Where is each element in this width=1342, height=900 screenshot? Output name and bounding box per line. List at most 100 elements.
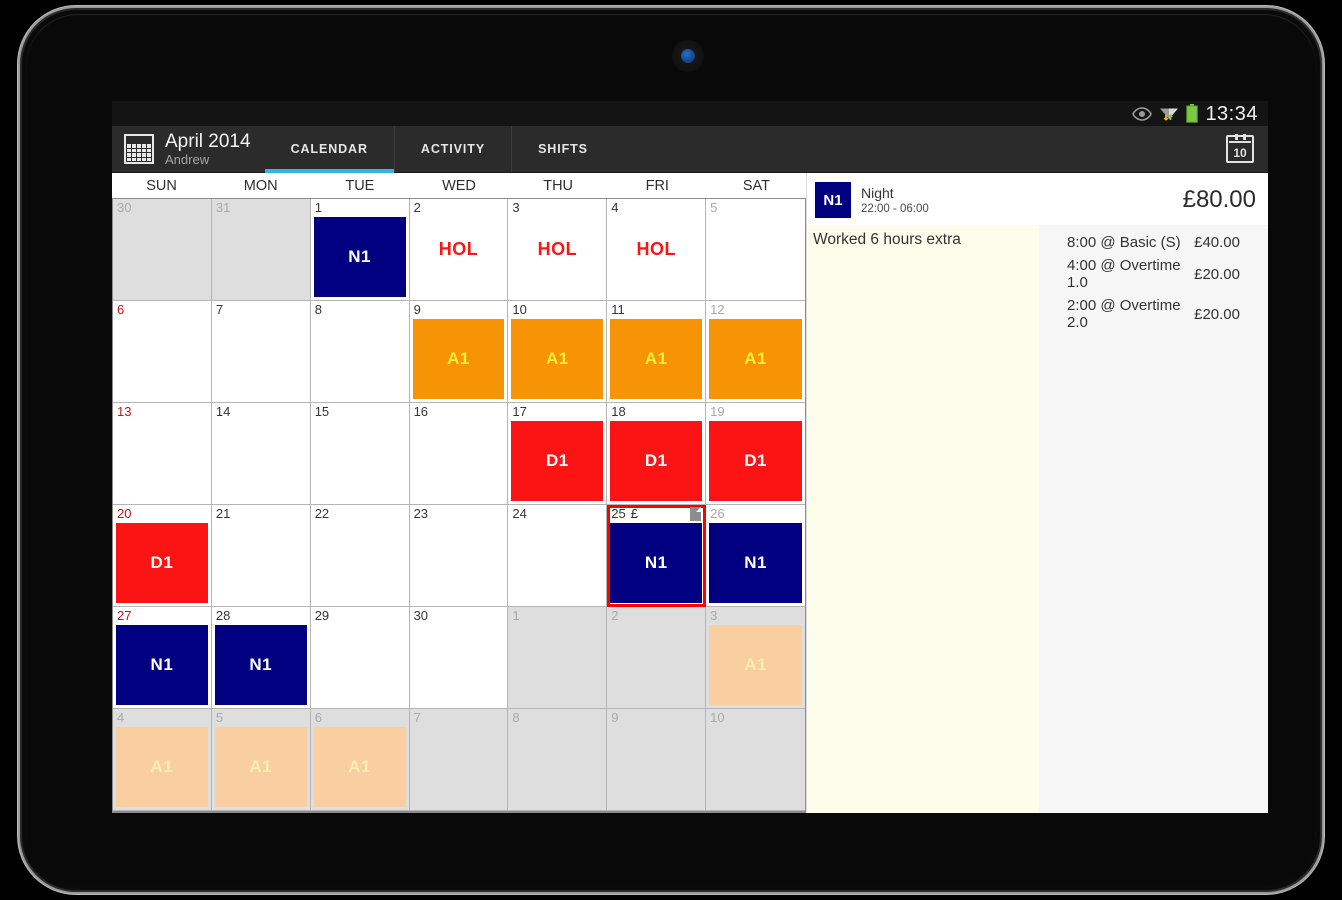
pay-row: 8:00 @ Basic (S) £40.00 xyxy=(1039,231,1268,254)
calendar-day-cell[interactable]: 29 xyxy=(310,607,410,709)
shift-chip[interactable]: HOL xyxy=(511,199,603,300)
day-number: 15 xyxy=(314,404,330,419)
weekday-thu: THU xyxy=(543,177,574,194)
day-number: 16 xyxy=(413,404,429,419)
calendar-day-cell[interactable]: 22 xyxy=(310,505,410,607)
day-number: 8 xyxy=(314,302,322,317)
calendar-day-cell[interactable]: 1 xyxy=(508,607,608,709)
calendar-day-cell[interactable]: 31 xyxy=(211,199,311,301)
day-number: 27 xyxy=(117,608,132,623)
pay-marker: £ xyxy=(630,506,638,521)
calendar-day-cell[interactable]: 4 A1 xyxy=(113,709,212,811)
calendar-day-cell[interactable]: 21 xyxy=(211,505,311,607)
calendar-day-cell[interactable]: 30 xyxy=(113,199,212,301)
goto-date-button[interactable]: 10 xyxy=(1212,126,1268,172)
shift-chip[interactable]: A1 xyxy=(610,319,703,399)
shift-chip[interactable]: A1 xyxy=(116,727,208,807)
calendar-day-cell[interactable]: 5 xyxy=(706,199,805,301)
calendar-day-cell[interactable]: 9 xyxy=(607,709,707,811)
pay-row: 2:00 @ Overtime 2.0 £20.00 xyxy=(1039,294,1268,334)
pay-row: 4:00 @ Overtime 1.0 £20.00 xyxy=(1039,254,1268,294)
tab-shifts[interactable]: SHIFTS xyxy=(511,126,614,172)
shift-chip[interactable]: D1 xyxy=(610,421,703,501)
shift-chip[interactable]: A1 xyxy=(709,625,802,705)
calendar-day-cell[interactable]: 11 A1 xyxy=(607,301,707,403)
day-number: 11 xyxy=(611,302,625,317)
action-bar-spacer xyxy=(614,126,1212,172)
calendar-day-cell[interactable]: 12 A1 xyxy=(706,301,805,403)
calendar-day-cell[interactable]: 8 xyxy=(508,709,608,811)
shift-chip[interactable]: A1 xyxy=(313,727,406,807)
calendar-day-cell[interactable]: 24 xyxy=(508,505,608,607)
calendar-day-cell[interactable]: 2 xyxy=(607,607,707,709)
shift-chip[interactable]: D1 xyxy=(709,421,802,501)
calendar-day-cell[interactable]: 30 xyxy=(409,607,509,709)
tablet-screen: 13:34 April 2014 Andrew CALENDAR ACTIVIT… xyxy=(112,101,1268,813)
calendar-day-cell[interactable]: 23 xyxy=(409,505,509,607)
shift-chip[interactable]: A1 xyxy=(511,319,604,399)
shift-chip[interactable]: D1 xyxy=(116,523,208,603)
calendar-day-cell[interactable]: 20 D1 xyxy=(113,505,212,607)
weekday-wed: WED xyxy=(442,177,476,194)
calendar-day-cell[interactable]: 6 A1 xyxy=(310,709,410,811)
calendar-day-cell[interactable]: 26 N1 xyxy=(706,505,805,607)
calendar-day-cell[interactable]: 9 A1 xyxy=(409,301,509,403)
day-number: 6 xyxy=(314,710,322,725)
calendar-day-cell[interactable]: 27 N1 xyxy=(113,607,212,709)
calendar-day-cell[interactable]: 15 xyxy=(310,403,410,505)
status-clock: 13:34 xyxy=(1205,102,1258,125)
day-number: 3 xyxy=(710,608,718,623)
pay-breakdown-panel: 8:00 @ Basic (S) £40.00 4:00 @ Overtime 1.… xyxy=(1039,225,1268,813)
calendar-day-cell[interactable]: 16 xyxy=(409,403,509,505)
shift-chip[interactable]: N1 xyxy=(116,625,208,705)
day-number: 4 xyxy=(611,200,619,215)
shift-detail-body: Worked 6 hours extra 8:00 @ Basic (S) £40… xyxy=(807,225,1268,813)
calendar-day-cell[interactable]: 17 D1 xyxy=(508,403,608,505)
calendar-day-cell[interactable]: 8 xyxy=(310,301,410,403)
calendar-day-cell[interactable]: 25 £ N1 xyxy=(607,505,707,607)
day-number: 30 xyxy=(413,608,429,623)
day-number: 5 xyxy=(710,200,718,215)
shift-chip[interactable]: HOL xyxy=(610,199,702,300)
wifi-icon xyxy=(1159,105,1179,122)
day-number: 5 xyxy=(215,710,224,725)
day-number: 13 xyxy=(117,404,132,419)
shift-chip[interactable]: A1 xyxy=(412,319,505,399)
calendar-day-cell[interactable]: 13 xyxy=(113,403,212,505)
calendar-day-cell[interactable]: 7 xyxy=(211,301,311,403)
shift-chip[interactable]: D1 xyxy=(511,421,604,501)
calendar-day-cell[interactable]: 2 HOL xyxy=(409,199,509,301)
calendar-day-cell[interactable]: 10 A1 xyxy=(508,301,608,403)
calendar-day-cell[interactable]: 5 A1 xyxy=(211,709,311,811)
weekday-tue: TUE xyxy=(345,177,375,194)
calendar-day-cell[interactable]: 28 N1 xyxy=(211,607,311,709)
calendar-day-cell[interactable]: 6 xyxy=(113,301,212,403)
shift-chip[interactable]: N1 xyxy=(709,523,802,603)
pay-description: 2:00 @ Overtime 2.0 xyxy=(1067,297,1181,331)
shift-chip[interactable]: N1 xyxy=(313,217,406,297)
weekday-mon: MON xyxy=(243,177,278,194)
shift-chip[interactable]: N1 xyxy=(610,523,703,603)
calendar-day-cell[interactable]: 10 xyxy=(706,709,805,811)
shift-note-panel[interactable]: Worked 6 hours extra xyxy=(807,225,1039,813)
day-number: 20 xyxy=(117,506,132,521)
calendar-day-cell[interactable]: 1 N1 xyxy=(310,199,410,301)
tab-activity[interactable]: ACTIVITY xyxy=(393,126,511,172)
calendar-day-cell[interactable]: 3 A1 xyxy=(706,607,805,709)
shift-chip[interactable]: A1 xyxy=(709,319,802,399)
shift-chip[interactable]: HOL xyxy=(413,199,505,300)
day-number: 9 xyxy=(611,710,619,725)
day-number: 2 xyxy=(611,608,619,623)
calendar-day-cell[interactable]: 18 D1 xyxy=(607,403,707,505)
calendar-day-cell[interactable]: 7 xyxy=(409,709,509,811)
day-number: 30 xyxy=(117,200,132,215)
calendar-day-cell[interactable]: 14 xyxy=(211,403,311,505)
app-brand[interactable]: April 2014 Andrew xyxy=(112,126,265,172)
shift-chip[interactable]: A1 xyxy=(214,727,307,807)
shift-chip[interactable]: N1 xyxy=(214,625,307,705)
calendar-day-cell[interactable]: 4 HOL xyxy=(607,199,707,301)
tab-calendar[interactable]: CALENDAR xyxy=(264,126,395,173)
calendar-day-cell[interactable]: 19 D1 xyxy=(706,403,805,505)
calendar-day-cell[interactable]: 3 HOL xyxy=(508,199,608,301)
shift-header[interactable]: N1 Night 22:00 - 06:00 £80.00 xyxy=(807,173,1268,225)
